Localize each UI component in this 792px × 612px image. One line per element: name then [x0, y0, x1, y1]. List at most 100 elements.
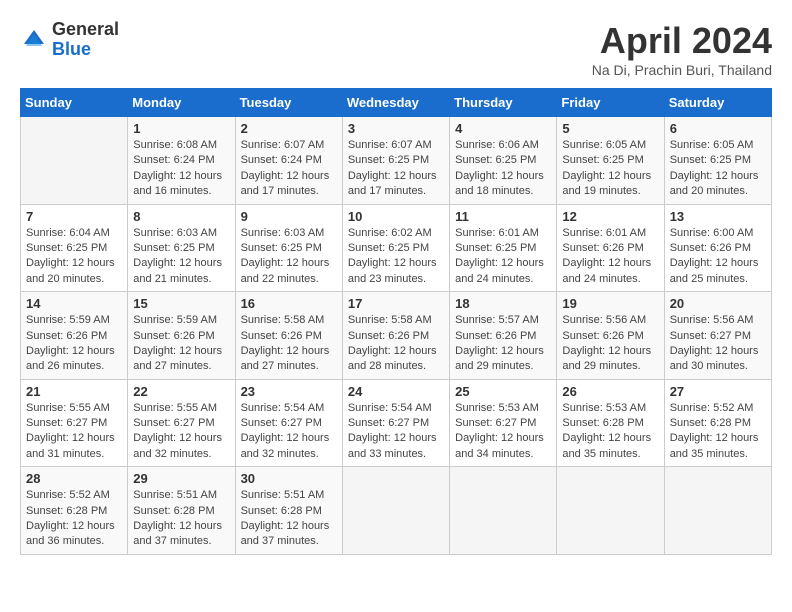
calendar-cell: 29Sunrise: 5:51 AMSunset: 6:28 PMDayligh… — [128, 467, 235, 555]
calendar-cell: 22 Sunrise: 5:55 AMSunset: 6:27 PMDayligh… — [128, 379, 235, 467]
calendar-cell: 25 Sunrise: 5:53 AMSunset: 6:27 PMDayligh… — [450, 379, 557, 467]
day-info: Sunrise: 5:54 AMSunset: 6:27 PMDaylight:… — [348, 401, 444, 463]
day-number: 13 — [670, 209, 766, 224]
day-number: 14 — [26, 296, 122, 311]
day-number: 11 — [455, 209, 551, 224]
calendar-row: 28 Sunrise: 5:52 AMSunset: 6:28 PMDayligh… — [21, 467, 772, 555]
day-number: 26 — [562, 384, 658, 399]
logo-blue-label: Blue — [52, 40, 119, 60]
day-number: 23 — [241, 384, 337, 399]
day-info: Sunrise: 6:00 AMSunset: 6:26 PMDaylight:… — [670, 226, 766, 288]
day-number: 17 — [348, 296, 444, 311]
calendar-cell — [21, 117, 128, 205]
day-info: Sunrise: 5:56 AMSunset: 6:26 PMDaylight:… — [562, 313, 658, 375]
day-info: Sunrise: 6:03 AMSunset: 6:25 PMDaylight:… — [241, 226, 337, 288]
calendar-cell: 6 Sunrise: 6:05 AMSunset: 6:25 PMDaylight… — [664, 117, 771, 205]
day-number: 27 — [670, 384, 766, 399]
day-number: 16 — [241, 296, 337, 311]
day-info: Sunrise: 6:06 AMSunset: 6:25 PMDaylight:… — [455, 138, 551, 200]
day-info: Sunrise: 6:07 AMSunset: 6:25 PMDaylight:… — [348, 138, 444, 200]
calendar-table: SundayMondayTuesdayWednesdayThursdayFrid… — [20, 88, 772, 555]
calendar-cell: 15 Sunrise: 5:59 AMSunset: 6:26 PMDayligh… — [128, 292, 235, 380]
calendar-cell — [450, 467, 557, 555]
page-header: General Blue April 2024 Na Di, Prachin B… — [20, 20, 772, 78]
calendar-row: 7Sunrise: 6:04 AMSunset: 6:25 PMDaylight… — [21, 204, 772, 292]
day-info: Sunrise: 5:55 AMSunset: 6:27 PMDaylight:… — [26, 401, 122, 463]
calendar-cell: 21 Sunrise: 5:55 AMSunset: 6:27 PMDayligh… — [21, 379, 128, 467]
day-info: Sunrise: 5:59 AMSunset: 6:26 PMDaylight:… — [133, 313, 229, 375]
day-number: 20 — [670, 296, 766, 311]
calendar-cell: 23Sunrise: 5:54 AMSunset: 6:27 PMDayligh… — [235, 379, 342, 467]
day-info: Sunrise: 6:05 AMSunset: 6:25 PMDaylight:… — [562, 138, 658, 200]
weekday-header: Friday — [557, 89, 664, 117]
day-info: Sunrise: 5:53 AMSunset: 6:27 PMDaylight:… — [455, 401, 551, 463]
location-text: Na Di, Prachin Buri, Thailand — [592, 62, 772, 78]
calendar-cell: 18Sunrise: 5:57 AMSunset: 6:26 PMDayligh… — [450, 292, 557, 380]
day-info: Sunrise: 6:08 AMSunset: 6:24 PMDaylight:… — [133, 138, 229, 200]
calendar-cell: 26 Sunrise: 5:53 AMSunset: 6:28 PMDayligh… — [557, 379, 664, 467]
calendar-row: 1Sunrise: 6:08 AMSunset: 6:24 PMDaylight… — [21, 117, 772, 205]
day-number: 4 — [455, 121, 551, 136]
day-number: 12 — [562, 209, 658, 224]
weekday-header: Wednesday — [342, 89, 449, 117]
calendar-cell: 28 Sunrise: 5:52 AMSunset: 6:28 PMDayligh… — [21, 467, 128, 555]
day-number: 25 — [455, 384, 551, 399]
weekday-header: Monday — [128, 89, 235, 117]
day-info: Sunrise: 6:05 AMSunset: 6:25 PMDaylight:… — [670, 138, 766, 200]
logo-general-label: General — [52, 20, 119, 40]
calendar-cell: 14 Sunrise: 5:59 AMSunset: 6:26 PMDayligh… — [21, 292, 128, 380]
day-number: 19 — [562, 296, 658, 311]
day-info: Sunrise: 5:57 AMSunset: 6:26 PMDaylight:… — [455, 313, 551, 375]
weekday-header: Sunday — [21, 89, 128, 117]
calendar-row: 14 Sunrise: 5:59 AMSunset: 6:26 PMDayligh… — [21, 292, 772, 380]
day-number: 30 — [241, 471, 337, 486]
day-info: Sunrise: 6:02 AMSunset: 6:25 PMDaylight:… — [348, 226, 444, 288]
calendar-cell: 30Sunrise: 5:51 AMSunset: 6:28 PMDayligh… — [235, 467, 342, 555]
day-info: Sunrise: 5:52 AMSunset: 6:28 PMDaylight:… — [26, 488, 122, 550]
day-number: 24 — [348, 384, 444, 399]
calendar-cell: 7Sunrise: 6:04 AMSunset: 6:25 PMDaylight… — [21, 204, 128, 292]
day-info: Sunrise: 5:53 AMSunset: 6:28 PMDaylight:… — [562, 401, 658, 463]
day-number: 21 — [26, 384, 122, 399]
day-info: Sunrise: 5:51 AMSunset: 6:28 PMDaylight:… — [133, 488, 229, 550]
day-info: Sunrise: 6:01 AMSunset: 6:25 PMDaylight:… — [455, 226, 551, 288]
day-number: 9 — [241, 209, 337, 224]
title-block: April 2024 Na Di, Prachin Buri, Thailand — [592, 20, 772, 78]
calendar-cell: 13 Sunrise: 6:00 AMSunset: 6:26 PMDayligh… — [664, 204, 771, 292]
logo: General Blue — [20, 20, 119, 60]
calendar-cell — [664, 467, 771, 555]
day-number: 2 — [241, 121, 337, 136]
day-number: 3 — [348, 121, 444, 136]
day-number: 6 — [670, 121, 766, 136]
calendar-cell: 24 Sunrise: 5:54 AMSunset: 6:27 PMDayligh… — [342, 379, 449, 467]
calendar-cell: 12 Sunrise: 6:01 AMSunset: 6:26 PMDayligh… — [557, 204, 664, 292]
day-number: 28 — [26, 471, 122, 486]
calendar-cell: 17Sunrise: 5:58 AMSunset: 6:26 PMDayligh… — [342, 292, 449, 380]
calendar-cell: 11 Sunrise: 6:01 AMSunset: 6:25 PMDayligh… — [450, 204, 557, 292]
logo-text: General Blue — [52, 20, 119, 60]
day-info: Sunrise: 5:55 AMSunset: 6:27 PMDaylight:… — [133, 401, 229, 463]
calendar-cell: 8Sunrise: 6:03 AMSunset: 6:25 PMDaylight… — [128, 204, 235, 292]
day-info: Sunrise: 5:58 AMSunset: 6:26 PMDaylight:… — [241, 313, 337, 375]
day-number: 5 — [562, 121, 658, 136]
month-title: April 2024 — [592, 20, 772, 62]
day-info: Sunrise: 6:04 AMSunset: 6:25 PMDaylight:… — [26, 226, 122, 288]
calendar-cell: 20 Sunrise: 5:56 AMSunset: 6:27 PMDayligh… — [664, 292, 771, 380]
day-number: 8 — [133, 209, 229, 224]
logo-icon — [20, 26, 48, 54]
calendar-cell — [342, 467, 449, 555]
weekday-header-row: SundayMondayTuesdayWednesdayThursdayFrid… — [21, 89, 772, 117]
calendar-cell: 1Sunrise: 6:08 AMSunset: 6:24 PMDaylight… — [128, 117, 235, 205]
day-info: Sunrise: 5:56 AMSunset: 6:27 PMDaylight:… — [670, 313, 766, 375]
day-number: 15 — [133, 296, 229, 311]
day-info: Sunrise: 5:59 AMSunset: 6:26 PMDaylight:… — [26, 313, 122, 375]
calendar-cell: 9 Sunrise: 6:03 AMSunset: 6:25 PMDaylight… — [235, 204, 342, 292]
day-info: Sunrise: 6:01 AMSunset: 6:26 PMDaylight:… — [562, 226, 658, 288]
day-number: 22 — [133, 384, 229, 399]
calendar-cell: 10Sunrise: 6:02 AMSunset: 6:25 PMDayligh… — [342, 204, 449, 292]
calendar-cell: 2Sunrise: 6:07 AMSunset: 6:24 PMDaylight… — [235, 117, 342, 205]
calendar-cell: 3 Sunrise: 6:07 AMSunset: 6:25 PMDaylight… — [342, 117, 449, 205]
calendar-cell: 4 Sunrise: 6:06 AMSunset: 6:25 PMDaylight… — [450, 117, 557, 205]
calendar-cell: 19 Sunrise: 5:56 AMSunset: 6:26 PMDayligh… — [557, 292, 664, 380]
calendar-cell: 5 Sunrise: 6:05 AMSunset: 6:25 PMDaylight… — [557, 117, 664, 205]
